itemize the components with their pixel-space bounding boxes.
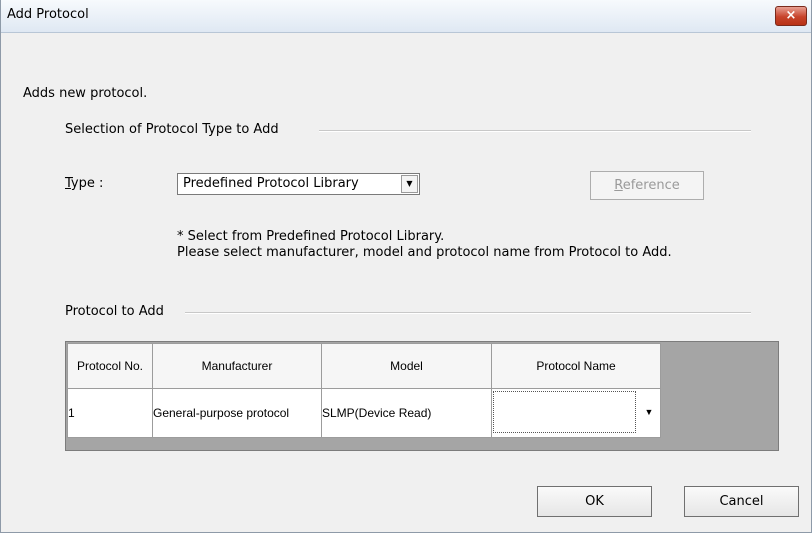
type-select[interactable]: Predefined Protocol Library ▼ [177,173,420,195]
type-label: Type : [65,176,104,191]
note-line-2: Please select manufacturer, model and pr… [177,245,672,260]
title-bar: Add Protocol × [1,0,811,33]
selection-note: * Select from Predefined Protocol Librar… [177,229,697,261]
reference-button[interactable]: Reference [590,171,704,200]
protocol-group-title: Protocol to Add [65,304,172,319]
column-header-protocol-no: Protocol No. [67,343,153,389]
chevron-down-icon[interactable]: ▼ [401,175,418,193]
note-line-1: * Select from Predefined Protocol Librar… [177,229,445,244]
protocol-name-combo[interactable] [493,391,636,433]
window-title: Add Protocol [7,7,89,22]
close-button[interactable]: × [775,6,807,26]
cell-protocol-name[interactable]: ▼ [491,388,661,438]
protocol-group-divider [185,312,751,314]
selection-group-title: Selection of Protocol Type to Add [65,122,287,137]
add-protocol-dialog: Add Protocol × Adds new protocol. Select… [0,0,812,533]
table-header-row: Protocol No. Manufacturer Model Protocol… [67,343,661,389]
ok-button[interactable]: OK [537,486,652,517]
column-header-manufacturer: Manufacturer [152,343,322,389]
cell-model[interactable]: SLMP(Device Read) [321,388,492,438]
cell-protocol-no[interactable]: 1 [67,388,153,438]
protocol-table: Protocol No. Manufacturer Model Protocol… [67,343,661,438]
close-icon: × [785,8,797,23]
cancel-button[interactable]: Cancel [684,486,799,517]
protocol-grid: Protocol No. Manufacturer Model Protocol… [65,341,779,451]
column-header-model: Model [321,343,492,389]
dialog-description: Adds new protocol. [23,86,148,101]
table-row[interactable]: 1 General-purpose protocol SLMP(Device R… [67,388,661,438]
column-header-protocol-name: Protocol Name [491,343,661,389]
cell-manufacturer[interactable]: General-purpose protocol [152,388,322,438]
chevron-down-icon[interactable]: ▼ [640,391,658,433]
selection-group-divider [319,130,751,132]
type-select-value: Predefined Protocol Library [183,176,359,191]
